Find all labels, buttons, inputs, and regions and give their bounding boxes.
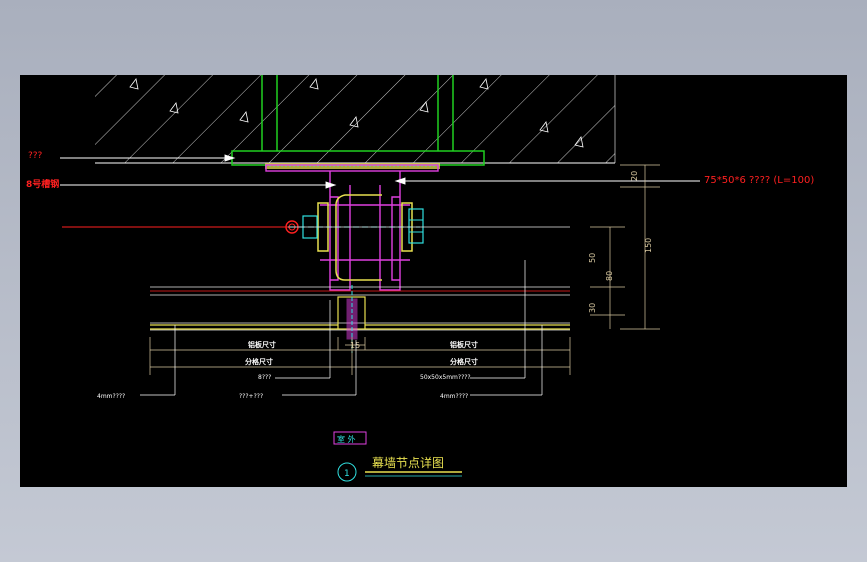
- aluminum-panels: [150, 296, 570, 330]
- dim-20: 20: [630, 171, 639, 181]
- note-center-joint: ???+???: [239, 393, 263, 400]
- callout-right-top: 75*50*6 ???? (L=100): [704, 175, 814, 186]
- left-panel-size-label: 铝板尺寸: [248, 340, 276, 349]
- interior-tag: 室 外: [337, 434, 356, 444]
- callout-left-mid: 8号槽钢: [26, 178, 59, 190]
- cad-drawing-canvas[interactable]: ??? 8号槽钢 75*50*6 ???? (L=100) 20 150 50 …: [20, 75, 847, 487]
- dim-30: 30: [588, 303, 597, 313]
- note-right-4mm: 4mm????: [440, 393, 468, 400]
- channel-steel: [317, 194, 413, 281]
- drawing-title: 幕墙节点详图: [372, 455, 444, 470]
- dim-150: 150: [644, 238, 653, 253]
- left-grid-size-label: 分格尺寸: [245, 357, 273, 366]
- detail-number: 1: [344, 469, 350, 479]
- reference-lines: [150, 226, 570, 331]
- callout-left-top: ???: [28, 151, 43, 161]
- note-center-8: 8???: [258, 374, 271, 381]
- dim-50: 50: [588, 253, 597, 263]
- note-left-4mm: 4mm????: [97, 393, 125, 400]
- dim-80: 80: [605, 271, 614, 281]
- note-right-angle: 50x50x5mm????: [420, 374, 471, 381]
- right-panel-size-label: 铝板尺寸: [450, 340, 478, 349]
- cad-drawing-svg: ??? 8号槽钢 75*50*6 ???? (L=100) 20 150 50 …: [26, 75, 814, 482]
- bottom-leaders: [140, 260, 543, 396]
- right-grid-size-label: 分格尺寸: [450, 357, 478, 366]
- concrete-wall: [95, 75, 616, 164]
- dim-15: 15: [350, 341, 360, 350]
